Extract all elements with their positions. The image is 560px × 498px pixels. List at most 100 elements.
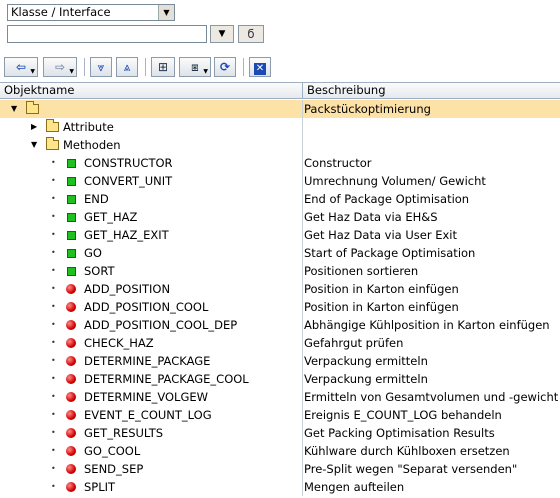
- forward-button[interactable]: ⇨ ▼: [43, 57, 77, 77]
- private-method-icon: [66, 302, 76, 312]
- method-name: DETERMINE_PACKAGE_COOL: [84, 372, 249, 386]
- method-name: SORT: [84, 264, 115, 278]
- toolbar-separator: [84, 58, 85, 76]
- chevron-down-icon: ▼: [69, 68, 74, 75]
- method-row[interactable]: • ADD_POSITION_COOL_DEP Abhängige Kühlposi…: [0, 316, 560, 334]
- column-divider: [302, 388, 303, 406]
- tree-node-label: Attribute: [63, 120, 114, 134]
- column-header-objektname[interactable]: Objektname: [4, 83, 74, 98]
- method-row[interactable]: • GET_HAZ_EXIT Get Haz Data via User Exit: [0, 226, 560, 244]
- method-description: Positionen sortieren: [304, 264, 419, 278]
- method-name: ADD_POSITION_COOL: [84, 300, 209, 314]
- folder-icon: [46, 119, 59, 132]
- back-button[interactable]: ⇦ ▼: [4, 57, 38, 77]
- close-button[interactable]: ✕: [249, 57, 271, 77]
- private-method-icon: [66, 482, 76, 492]
- tree-bullet-icon: •: [51, 446, 56, 455]
- tree-node-methoden[interactable]: ▼ Methoden: [0, 136, 560, 154]
- method-description: Verpackung ermitteln: [304, 354, 428, 368]
- method-row[interactable]: • SORT Positionen sortieren: [0, 262, 560, 280]
- expand-triangle-icon[interactable]: ▼: [31, 136, 37, 154]
- object-history-dropdown-button[interactable]: ▼: [210, 25, 234, 43]
- method-row[interactable]: • GO Start of Package Optimisation: [0, 244, 560, 262]
- collapse-all-button[interactable]: ⩔: [90, 57, 112, 77]
- private-method-icon: [66, 374, 76, 384]
- column-divider: [302, 118, 303, 136]
- tree-bullet-icon: •: [51, 320, 56, 329]
- tree-bullet-icon: •: [51, 464, 56, 473]
- public-method-icon: [67, 213, 76, 222]
- private-method-icon: [66, 428, 76, 438]
- expand-triangle-icon[interactable]: ▼: [11, 100, 17, 118]
- tree-bullet-icon: •: [51, 194, 56, 203]
- column-header-beschreibung[interactable]: Beschreibung: [307, 83, 386, 98]
- tree-node-root[interactable]: ▼ Packstückoptimierung: [0, 100, 560, 118]
- private-method-icon: [66, 464, 76, 474]
- method-row[interactable]: • EVENT_E_COUNT_LOG Ereignis E_COUNT_LOG b…: [0, 406, 560, 424]
- hierarchy-icon: ⊞: [157, 60, 169, 74]
- folder-open-icon: [46, 137, 59, 150]
- method-description: Position in Karton einfügen: [304, 300, 459, 314]
- expand-all-button[interactable]: ⩓: [116, 57, 138, 77]
- method-row[interactable]: • DETERMINE_VOLGEW Ermitteln von Gesamtvol…: [0, 388, 560, 406]
- object-type-select[interactable]: Klasse / Interface ▼: [7, 4, 175, 21]
- method-name: CHECK_HAZ: [84, 336, 154, 350]
- private-method-icon: [66, 410, 76, 420]
- column-divider: [302, 100, 303, 118]
- method-row[interactable]: • CONSTRUCTOR Constructor: [0, 154, 560, 172]
- method-row[interactable]: • SPLIT Mengen aufteilen: [0, 478, 560, 496]
- tree-node-attribute[interactable]: ▶ Attribute: [0, 118, 560, 136]
- display-object-button[interactable]: ϭ: [238, 25, 264, 43]
- method-description: End of Package Optimisation: [304, 192, 470, 206]
- expand-triangle-icon[interactable]: ▶: [31, 118, 37, 136]
- back-icon: ⇦: [15, 60, 27, 74]
- method-name: GET_RESULTS: [84, 426, 164, 440]
- method-row[interactable]: • GO_COOL Kühlware durch Kühlboxen ersetze…: [0, 442, 560, 460]
- method-description: Start of Package Optimisation: [304, 246, 476, 260]
- folder-open-icon: [26, 101, 39, 114]
- method-description: Verpackung ermitteln: [304, 372, 428, 386]
- tree-bullet-icon: •: [51, 356, 56, 365]
- method-row[interactable]: • CONVERT_UNIT Umrechnung Volumen/ Gewicht: [0, 172, 560, 190]
- chevron-down-icon[interactable]: ▼: [158, 5, 174, 20]
- public-method-icon: [67, 267, 76, 276]
- method-description: Kühlware durch Kühlboxen ersetzen: [304, 444, 510, 458]
- tree-bullet-icon: •: [51, 374, 56, 383]
- method-description: Get Packing Optimisation Results: [304, 426, 495, 440]
- refresh-button[interactable]: ⟳: [214, 57, 236, 77]
- chevron-down-icon: ▼: [218, 29, 226, 39]
- method-row[interactable]: • DETERMINE_PACKAGE_COOL Verpackung ermitt…: [0, 370, 560, 388]
- method-row[interactable]: • SEND_SEP Pre-Split wegen "Separat versen…: [0, 460, 560, 478]
- chevron-down-icon: ▼: [30, 68, 35, 75]
- refresh-icon: ⟳: [219, 60, 231, 74]
- public-method-icon: [67, 231, 76, 240]
- method-row[interactable]: • GET_RESULTS Get Packing Optimisation Res…: [0, 424, 560, 442]
- tree-bullet-icon: •: [51, 338, 56, 347]
- expand-all-icon: ⩓: [123, 60, 131, 74]
- method-row[interactable]: • END End of Package Optimisation: [0, 190, 560, 208]
- tree-bullet-icon: •: [51, 158, 56, 167]
- object-tree: ▼ Packstückoptimierung ▶ Attribute ▼ Met…: [0, 100, 560, 496]
- column-divider: [302, 334, 303, 352]
- display-object-list-button[interactable]: ⧆ ▼: [179, 57, 211, 77]
- method-row[interactable]: • ADD_POSITION_COOL Position in Karton ein…: [0, 298, 560, 316]
- private-method-icon: [66, 356, 76, 366]
- method-row[interactable]: • ADD_POSITION Position in Karton einfügen: [0, 280, 560, 298]
- column-divider: [302, 280, 303, 298]
- method-name: DETERMINE_VOLGEW: [84, 390, 209, 404]
- method-row[interactable]: • GET_HAZ Get Haz Data via EH&S: [0, 208, 560, 226]
- column-divider: [302, 154, 303, 172]
- method-name: ADD_POSITION: [84, 282, 171, 296]
- method-name: GET_HAZ_EXIT: [84, 228, 169, 242]
- method-name: ADD_POSITION_COOL_DEP: [84, 318, 238, 332]
- private-method-icon: [66, 284, 76, 294]
- method-row[interactable]: • CHECK_HAZ Gefahrgut prüfen: [0, 334, 560, 352]
- method-row[interactable]: • DETERMINE_PACKAGE Verpackung ermitteln: [0, 352, 560, 370]
- hierarchy-button[interactable]: ⊞: [151, 57, 175, 77]
- column-divider: [302, 406, 303, 424]
- column-divider[interactable]: [302, 83, 303, 98]
- tree-bullet-icon: •: [51, 212, 56, 221]
- object-name-input[interactable]: [7, 25, 207, 43]
- method-list: • CONSTRUCTOR Constructor • CONVERT_UNIT Umre…: [0, 154, 560, 496]
- method-name: DETERMINE_PACKAGE: [84, 354, 211, 368]
